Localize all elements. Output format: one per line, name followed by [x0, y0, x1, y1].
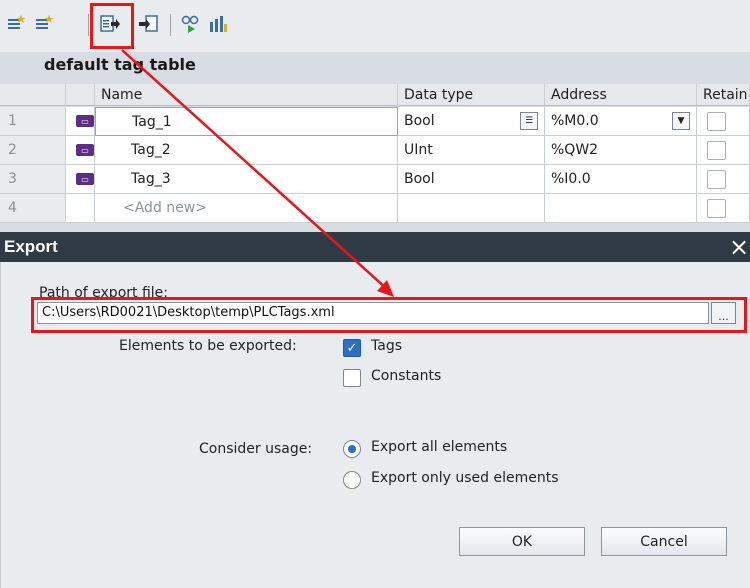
tag-icon-cell: ▭	[66, 165, 95, 194]
table-row[interactable]: 2 ▭ Tag_2 UInt %QW2	[0, 136, 750, 165]
retain-cell	[697, 136, 750, 165]
tag-icon: ▭	[76, 144, 94, 156]
dialog-title-bar[interactable]: Export	[0, 232, 750, 262]
data-type-cell[interactable]	[398, 194, 545, 223]
chevron-down-icon[interactable]: ▼	[672, 112, 690, 130]
import-icon[interactable]	[138, 14, 158, 34]
retain-cell	[697, 165, 750, 194]
table-row-add-new[interactable]: 4 <Add new>	[0, 194, 750, 223]
column-header-address[interactable]: Address	[545, 84, 697, 106]
tag-name-cell[interactable]: Tag_3	[95, 165, 398, 194]
row-number: 1	[0, 107, 66, 136]
row-number: 3	[0, 165, 66, 194]
data-type-cell[interactable]: Bool ☰	[398, 107, 545, 136]
retain-checkbox[interactable]	[707, 140, 726, 160]
header-corner	[0, 84, 66, 106]
address-value: %M0.0	[551, 113, 599, 129]
toolbar-separator	[88, 14, 89, 36]
table-row[interactable]: 1 ▭ Tag_1 Bool ☰ %M0.0 ▼	[0, 107, 750, 136]
data-type-picker-icon[interactable]: ☰	[520, 112, 538, 130]
column-header-name[interactable]: Name	[95, 84, 398, 106]
retain-checkbox[interactable]	[707, 169, 726, 189]
elements-label: Elements to be exported:	[119, 338, 297, 354]
retain-cell	[697, 194, 750, 223]
dialog-title: Export	[4, 237, 58, 256]
row-number: 2	[0, 136, 66, 165]
data-type-cell[interactable]: Bool	[398, 165, 545, 194]
export-used-radio[interactable]	[343, 471, 361, 489]
export-used-label[interactable]: Export only used elements	[371, 470, 558, 486]
address-cell[interactable]: %QW2	[545, 136, 697, 165]
radio-selected-dot	[348, 445, 356, 453]
add-tag-icon[interactable]	[6, 14, 26, 34]
data-type-cell[interactable]: UInt	[398, 136, 545, 165]
table-title: default tag table	[44, 55, 196, 74]
export-all-label[interactable]: Export all elements	[371, 439, 507, 455]
export-all-radio[interactable]	[343, 440, 361, 458]
insert-tag-icon[interactable]	[34, 14, 54, 34]
toolbar-separator	[170, 14, 171, 36]
address-cell[interactable]	[545, 194, 697, 223]
toolbar	[0, 0, 750, 52]
constants-checkbox[interactable]	[343, 369, 361, 387]
table-row[interactable]: 3 ▭ Tag_3 Bool %I0.0	[0, 165, 750, 194]
tag-icon: ▭	[76, 115, 94, 127]
tag-icon-cell: ▭	[66, 136, 95, 165]
address-cell[interactable]: %I0.0	[545, 165, 697, 194]
retain-cell	[697, 107, 750, 136]
row-number: 4	[0, 194, 66, 223]
dialog-body: Path of export file: C:\Users\RD0021\Des…	[0, 262, 750, 588]
export-dialog: Export × Path of export file: C:\Users\R…	[0, 232, 750, 588]
close-icon[interactable]: ×	[728, 232, 750, 262]
show-usage-icon[interactable]	[208, 14, 228, 34]
export-path-input[interactable]: C:\Users\RD0021\Desktop\temp\PLCTags.xml	[37, 302, 709, 324]
header-icon-col	[66, 84, 95, 106]
browse-button[interactable]: ...	[711, 302, 736, 324]
tag-name-cell[interactable]: Tag_1	[95, 107, 398, 136]
export-button-highlight	[90, 3, 134, 49]
tag-name-cell[interactable]: Tag_2	[95, 136, 398, 165]
tag-icon-cell: ▭	[66, 107, 95, 136]
constants-label[interactable]: Constants	[371, 368, 441, 384]
column-header-data-type[interactable]: Data type	[398, 84, 545, 106]
monitor-all-icon[interactable]	[180, 14, 200, 34]
address-cell[interactable]: %M0.0 ▼	[545, 107, 697, 136]
data-type-value: Bool	[404, 113, 435, 129]
column-header-retain[interactable]: Retain	[697, 84, 750, 106]
retain-checkbox[interactable]	[707, 198, 726, 218]
ok-button[interactable]: OK	[459, 527, 585, 556]
usage-label: Consider usage:	[199, 441, 313, 457]
add-new-cell[interactable]: <Add new>	[95, 194, 398, 223]
tags-checkbox[interactable]: ✓	[343, 339, 361, 357]
tag-icon-cell	[66, 194, 95, 223]
tags-label[interactable]: Tags	[371, 338, 402, 354]
cancel-button[interactable]: Cancel	[601, 527, 727, 556]
tag-icon: ▭	[76, 173, 94, 185]
retain-checkbox[interactable]	[707, 111, 726, 131]
